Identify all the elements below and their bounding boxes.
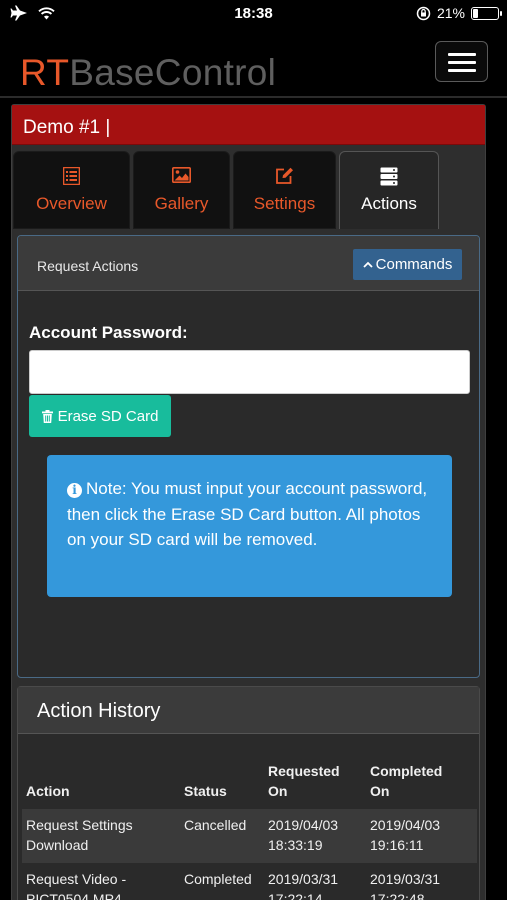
commands-label: Commands (375, 256, 453, 273)
table-row: Request Settings Download Cancelled 2019… (22, 809, 477, 863)
erase-sd-card-label: Erase SD Card (57, 407, 159, 425)
server-icon (380, 167, 398, 186)
action-history-panel: Action History Action Status Requested O… (17, 686, 480, 900)
menu-toggle-button[interactable] (435, 41, 488, 82)
status-bar: 18:38 21% (0, 0, 507, 28)
cell-action: Request Video - PICT0504.MP4 (26, 871, 127, 900)
cell-action: Request Settings Download (26, 817, 133, 853)
info-icon: i (67, 483, 82, 498)
tab-label: Overview (36, 194, 107, 213)
table-row: Request Video - PICT0504.MP4 Completed 2… (22, 863, 477, 900)
battery-icon (471, 6, 502, 20)
image-icon (172, 167, 191, 183)
column-header-status: Status (184, 783, 227, 799)
action-history-header: Action History (18, 687, 479, 734)
tab-bar: Overview Gallery Settings Actions (12, 151, 485, 229)
column-header-completed: Completed On (370, 763, 443, 799)
brand-prefix: RT (20, 52, 70, 93)
action-history-title: Action History (37, 700, 161, 722)
cell-status: Cancelled (184, 817, 247, 833)
request-actions-header: Request Actions Commands (18, 236, 479, 291)
note-text: Note: You must input your account passwo… (67, 479, 428, 549)
tab-gallery[interactable]: Gallery (133, 151, 230, 229)
trash-icon (41, 409, 53, 423)
cell-completed: 2019/04/03 19:16:11 (370, 817, 441, 853)
device-title: Demo #1 | (23, 117, 111, 138)
brand-logo[interactable]: RTBaseControl (20, 52, 276, 94)
password-field[interactable] (29, 350, 470, 394)
request-actions-title: Request Actions (37, 258, 139, 274)
tab-label: Gallery (154, 194, 209, 213)
cell-completed: 2019/03/31 17:22:48 (370, 871, 441, 900)
hamburger-icon (448, 53, 476, 56)
list-icon (63, 167, 80, 185)
column-header-action: Action (26, 783, 70, 799)
request-actions-panel: Request Actions Commands Account Passwor… (17, 235, 480, 678)
battery-percent: 21% (436, 5, 465, 21)
cell-requested: 2019/03/31 17:22:14 (268, 871, 339, 900)
column-header-requested: Requested On (268, 763, 340, 799)
cell-requested: 2019/04/03 18:33:19 (268, 817, 339, 853)
tab-label: Actions (361, 194, 417, 213)
tab-actions[interactable]: Actions (339, 151, 439, 229)
password-label: Account Password: (29, 323, 188, 342)
tab-settings[interactable]: Settings (233, 151, 336, 229)
edit-icon (276, 167, 293, 184)
info-note: i Note: You must input your account passw… (47, 455, 452, 597)
device-header: Demo #1 | (12, 105, 485, 145)
device-panel: Demo #1 | Overview Gallery Settings Acti… (11, 104, 486, 900)
navbar: RTBaseControl (0, 28, 507, 98)
tab-label: Settings (253, 194, 316, 213)
commands-button[interactable]: Commands (353, 249, 462, 280)
cell-status: Completed (184, 871, 252, 887)
brand-name: BaseControl (69, 52, 277, 93)
orientation-lock-icon (416, 6, 431, 20)
tab-overview[interactable]: Overview (13, 151, 130, 229)
erase-sd-card-button[interactable]: Erase SD Card (29, 395, 171, 437)
chevron-up-icon (363, 261, 373, 268)
